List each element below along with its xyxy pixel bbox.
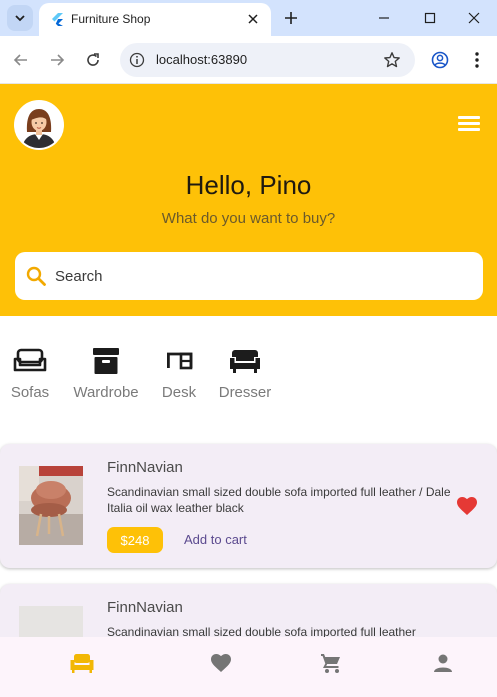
category-sofas[interactable]: Sofas: [0, 346, 60, 406]
nav-profile[interactable]: [431, 651, 455, 675]
armchair-icon: [228, 346, 262, 376]
close-icon: [468, 12, 480, 24]
address-bar[interactable]: localhost:63890: [120, 43, 415, 77]
wardrobe-icon: [89, 346, 123, 376]
tab-title: Furniture Shop: [71, 12, 151, 26]
new-tab-button[interactable]: [281, 8, 301, 28]
browser-window: Furniture Shop localhost:63890 Hello, Pi…: [0, 0, 497, 697]
cart-icon: [321, 654, 340, 673]
browser-toolbar: localhost:63890: [0, 36, 497, 84]
person-icon: [434, 654, 452, 672]
app-viewport: Hello, Pino What do you want to buy? Sof…: [0, 84, 497, 697]
avatar[interactable]: [14, 100, 64, 150]
back-button[interactable]: [11, 50, 31, 70]
menu-button[interactable]: [467, 50, 487, 70]
greeting-subtitle: What do you want to buy?: [161, 210, 336, 227]
tab-strip: Furniture Shop: [0, 0, 497, 36]
more-vert-icon: [475, 52, 479, 68]
product-card[interactable]: FinnNavian Scandinavian small sized doub…: [0, 444, 497, 568]
category-desk[interactable]: Desk: [152, 346, 206, 406]
product-image: [19, 466, 83, 545]
price-badge: $248: [107, 527, 163, 553]
product-description: Scandinavian small sized double sofa imp…: [107, 485, 451, 515]
search-icon: [26, 266, 46, 286]
close-window-button[interactable]: [462, 6, 486, 30]
nav-cart[interactable]: [319, 651, 343, 675]
close-tab-button[interactable]: [245, 11, 261, 27]
heart-icon[interactable]: [456, 496, 478, 516]
nav-home[interactable]: [70, 651, 94, 675]
account-circle-icon: [431, 51, 449, 69]
category-label: Wardrobe: [73, 384, 139, 401]
category-label: Sofas: [10, 384, 50, 401]
plus-icon: [285, 12, 297, 24]
search-input[interactable]: [55, 252, 475, 300]
forward-button[interactable]: [47, 50, 67, 70]
heart-icon: [211, 654, 231, 672]
greeting-title: Hello, Pino: [185, 170, 312, 200]
category-wardrobe[interactable]: Wardrobe: [66, 346, 146, 406]
reload-icon: [87, 53, 99, 66]
minimize-icon: [379, 17, 389, 19]
sofa-icon: [70, 654, 94, 673]
category-row: Sofas Wardrobe Desk Dresser: [0, 346, 497, 406]
category-label: Desk: [161, 384, 197, 401]
maximize-button[interactable]: [418, 6, 442, 30]
product-name: FinnNavian: [107, 599, 183, 616]
product-name: FinnNavian: [107, 459, 183, 476]
user-avatar-icon: [16, 102, 62, 148]
arrow-right-icon: [51, 54, 65, 66]
app-header: Hello, Pino What do you want to buy?: [0, 84, 497, 316]
sofa-icon: [13, 346, 47, 376]
site-info-icon[interactable]: [129, 52, 145, 68]
tab-search-button[interactable]: [7, 5, 33, 31]
chevron-down-icon: [15, 15, 25, 22]
minimize-button[interactable]: [372, 6, 396, 30]
menu-hamburger-icon[interactable]: [458, 116, 480, 132]
url-text[interactable]: localhost:63890: [156, 52, 247, 67]
close-icon: [248, 14, 258, 24]
arrow-left-icon: [13, 54, 27, 66]
search-box[interactable]: [15, 252, 483, 300]
flutter-logo-icon: [52, 13, 63, 26]
add-to-cart-button[interactable]: Add to cart: [184, 532, 247, 547]
nav-favorites[interactable]: [209, 651, 233, 675]
active-tab[interactable]: Furniture Shop: [39, 3, 271, 36]
star-icon[interactable]: [383, 51, 401, 69]
profile-button[interactable]: [430, 50, 450, 70]
bottom-navigation: [0, 637, 497, 697]
category-label: Dresser: [218, 384, 272, 401]
reload-button[interactable]: [83, 50, 103, 70]
desk-icon: [162, 346, 196, 376]
category-dresser[interactable]: Dresser: [210, 346, 280, 406]
maximize-icon: [424, 12, 436, 24]
